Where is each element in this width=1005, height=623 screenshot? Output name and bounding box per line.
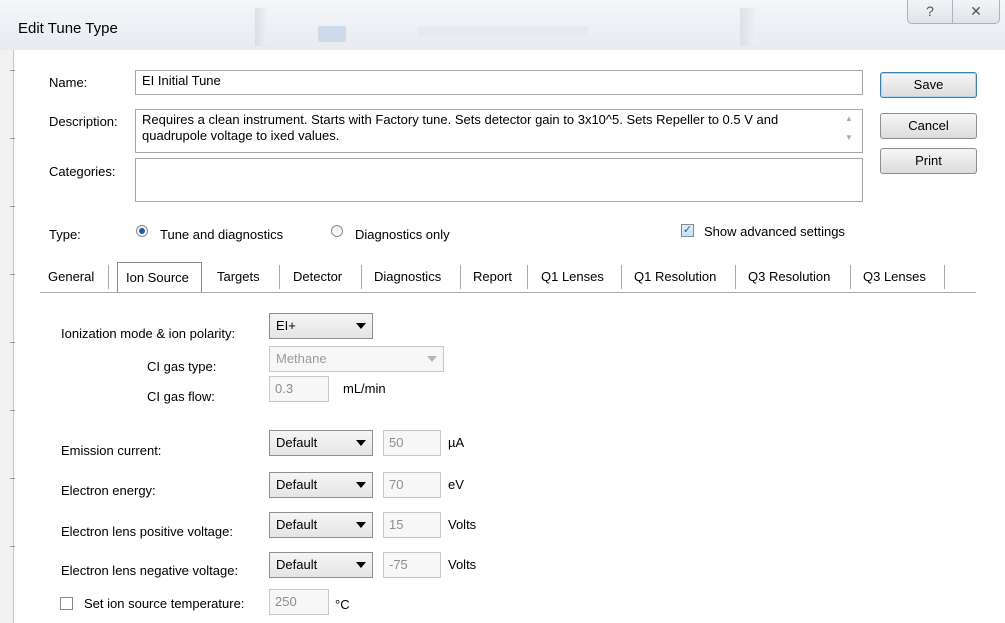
lens-negative-input[interactable]: -75 xyxy=(383,552,441,578)
checkmark-icon: ✓ xyxy=(682,224,693,236)
set-temperature-checkbox[interactable] xyxy=(60,597,73,610)
chevron-down-icon xyxy=(356,522,366,528)
ci-gas-flow-input[interactable]: 0.3 xyxy=(269,376,329,402)
ci-gas-flow-label: CI gas flow: xyxy=(147,389,215,404)
lens-positive-mode-select[interactable]: Default xyxy=(269,512,373,538)
ci-gas-type-value: Methane xyxy=(276,351,327,366)
show-advanced-label[interactable]: Show advanced settings xyxy=(704,224,845,239)
tab-separator xyxy=(735,265,736,289)
tab-separator xyxy=(279,265,280,289)
question-mark-icon: ? xyxy=(926,3,934,19)
name-input[interactable]: EI Initial Tune xyxy=(135,70,863,95)
window-title: Edit Tune Type xyxy=(18,20,118,37)
ionization-mode-label: Ionization mode & ion polarity: xyxy=(61,326,236,341)
tab-q1-resolution[interactable]: Q1 Resolution xyxy=(626,262,724,292)
description-scrollbar[interactable]: ▲ ▼ xyxy=(837,111,862,151)
name-input-value: EI Initial Tune xyxy=(142,73,221,88)
radio-tune-and-diagnostics-label[interactable]: Tune and diagnostics xyxy=(160,227,283,242)
emission-current-input[interactable]: 50 xyxy=(383,430,441,456)
name-label: Name: xyxy=(49,75,88,90)
lens-positive-label: Electron lens positive voltage: xyxy=(61,524,233,539)
help-button[interactable]: ? xyxy=(907,0,953,24)
chevron-down-icon xyxy=(356,323,366,329)
ci-gas-flow-unit: mL/min xyxy=(343,381,386,396)
tab-targets[interactable]: Targets xyxy=(209,262,268,292)
chevron-down-icon xyxy=(356,440,366,446)
tab-separator xyxy=(944,265,945,289)
tab-separator xyxy=(527,265,528,289)
lens-negative-unit: Volts xyxy=(448,557,477,572)
electron-energy-label: Electron energy: xyxy=(61,483,156,498)
tab-separator xyxy=(108,265,109,289)
scroll-down-icon: ▼ xyxy=(845,133,853,142)
lens-positive-mode-value: Default xyxy=(276,517,318,532)
emission-current-unit: µA xyxy=(448,435,465,450)
categories-input[interactable] xyxy=(135,158,863,202)
description-label: Description: xyxy=(49,114,118,129)
electron-energy-unit: eV xyxy=(448,477,464,492)
description-value: Requires a clean instrument. Starts with… xyxy=(142,112,779,143)
save-button[interactable]: Save xyxy=(880,72,977,98)
electron-energy-input[interactable]: 70 xyxy=(383,472,441,498)
tab-separator xyxy=(460,265,461,289)
print-button[interactable]: Print xyxy=(880,148,977,174)
tab-detector[interactable]: Detector xyxy=(285,262,350,292)
emission-current-mode-value: Default xyxy=(276,435,318,450)
lens-negative-mode-select[interactable]: Default xyxy=(269,552,373,578)
tab-diagnostics[interactable]: Diagnostics xyxy=(366,262,449,292)
emission-current-label: Emission current: xyxy=(61,443,162,458)
lens-positive-input[interactable]: 15 xyxy=(383,512,441,538)
ci-gas-type-select[interactable]: Methane xyxy=(269,346,444,372)
electron-energy-mode-value: Default xyxy=(276,477,318,492)
chevron-down-icon xyxy=(356,482,366,488)
tab-q3-lenses[interactable]: Q3 Lenses xyxy=(855,262,934,292)
tab-separator xyxy=(621,265,622,289)
show-advanced-checkbox[interactable]: ✓ xyxy=(681,224,694,237)
emission-current-mode-select[interactable]: Default xyxy=(269,430,373,456)
close-icon: ✕ xyxy=(970,3,982,19)
lens-negative-label: Electron lens negative voltage: xyxy=(61,563,239,578)
electron-energy-mode-select[interactable]: Default xyxy=(269,472,373,498)
temperature-input[interactable]: 250 xyxy=(269,589,329,615)
categories-label: Categories: xyxy=(49,164,116,179)
set-temperature-label[interactable]: Set ion source temperature: xyxy=(84,596,244,611)
ci-gas-type-label: CI gas type: xyxy=(147,359,217,374)
cancel-button[interactable]: Cancel xyxy=(880,113,977,139)
description-textarea[interactable]: Requires a clean instrument. Starts with… xyxy=(135,109,863,153)
lens-negative-mode-value: Default xyxy=(276,557,318,572)
title-bar xyxy=(0,0,1005,50)
ionization-mode-select[interactable]: EI+ xyxy=(269,313,373,339)
tab-report[interactable]: Report xyxy=(465,262,520,292)
tab-ion-source[interactable]: Ion Source xyxy=(117,262,202,292)
scroll-up-icon: ▲ xyxy=(845,114,853,123)
radio-diagnostics-only-label[interactable]: Diagnostics only xyxy=(355,227,450,242)
temperature-unit: °C xyxy=(335,597,350,612)
window-left-edge xyxy=(0,0,15,623)
chevron-down-icon xyxy=(356,562,366,568)
close-button[interactable]: ✕ xyxy=(952,0,1000,24)
tab-q3-resolution[interactable]: Q3 Resolution xyxy=(740,262,838,292)
type-label: Type: xyxy=(49,227,81,242)
radio-tune-and-diagnostics[interactable] xyxy=(136,225,148,237)
tab-separator xyxy=(850,265,851,289)
tab-panel-border xyxy=(40,292,976,293)
tab-separator xyxy=(361,265,362,289)
lens-positive-unit: Volts xyxy=(448,517,477,532)
ionization-mode-value: EI+ xyxy=(276,318,296,333)
tab-q1-lenses[interactable]: Q1 Lenses xyxy=(533,262,612,292)
tab-general[interactable]: General xyxy=(40,262,102,292)
chevron-down-icon xyxy=(427,356,437,362)
radio-diagnostics-only[interactable] xyxy=(331,225,343,237)
